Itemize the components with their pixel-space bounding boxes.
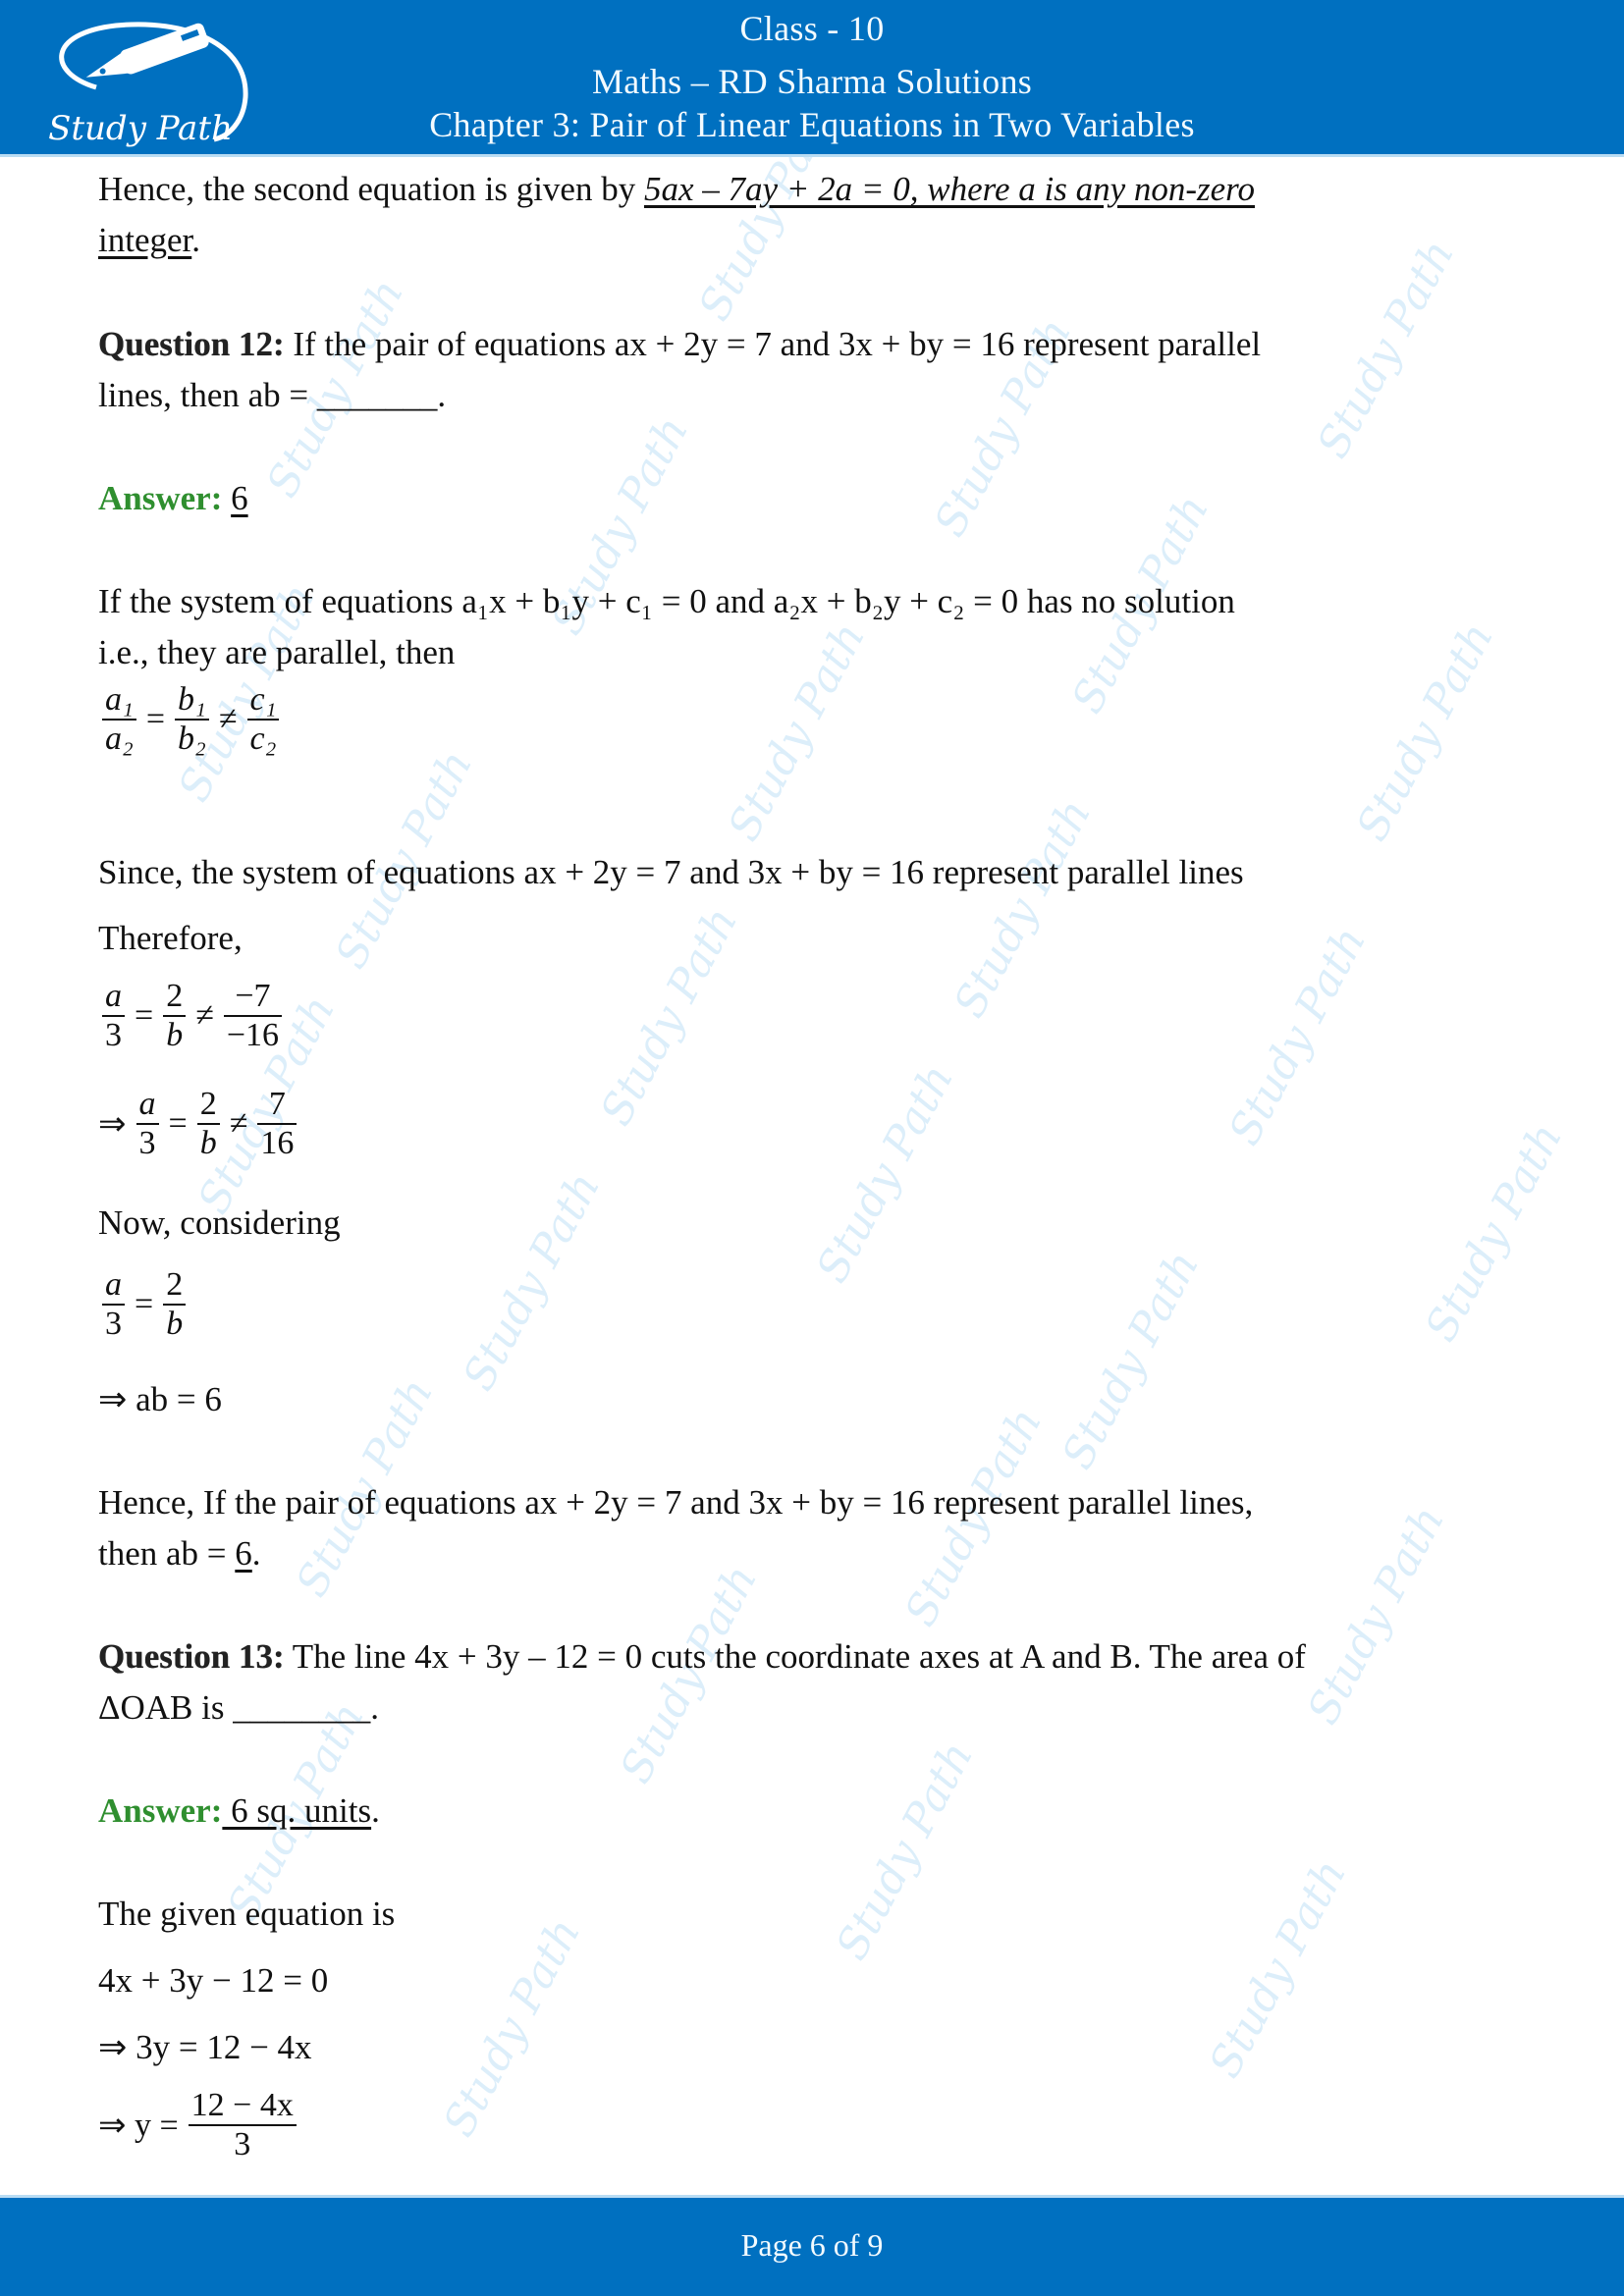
watermark: Study Path bbox=[1052, 1243, 1210, 1477]
question-12-line-1: Question 12: If the pair of equations ax… bbox=[98, 325, 1262, 363]
therefore-line: Therefore, bbox=[98, 919, 243, 957]
subject-title: Maths – RD Sharma Solutions bbox=[591, 62, 1033, 101]
conclusion-line-1: Hence, If the pair of equations ax + 2y … bbox=[98, 1483, 1254, 1522]
watermark: Study Path bbox=[826, 1734, 984, 1968]
answer-value: 6 sq. units bbox=[222, 1791, 372, 1830]
ratio-step-1: a3 = 2b ≠ −7 −16 bbox=[98, 978, 286, 1054]
page-number: Page 6 of 9 bbox=[740, 2227, 884, 2263]
given-equation-line: The given equation is bbox=[98, 1895, 396, 1933]
conclusion-line-2: then ab = 6. bbox=[98, 1534, 261, 1573]
question-12-label: Question 12: bbox=[98, 325, 285, 363]
answer-12: Answer: 6 bbox=[98, 478, 248, 519]
watermark: Study Path bbox=[718, 614, 876, 849]
equation-1: 4x + 3y − 12 = 0 bbox=[98, 1961, 329, 2000]
intro-line-1: Hence, the second equation is given by 5… bbox=[98, 170, 1256, 208]
watermark: Study Path bbox=[1297, 1498, 1455, 1733]
question-13-line-2: ΔOAB is ________. bbox=[98, 1688, 379, 1727]
answer-13: Answer: 6 sq. units. bbox=[98, 1791, 380, 1830]
now-considering-line: Now, considering bbox=[98, 1203, 341, 1242]
class-title: Class - 10 bbox=[739, 9, 885, 48]
question-13-label: Question 13: bbox=[98, 1637, 285, 1676]
watermark: Study Path bbox=[453, 1164, 611, 1399]
question-13-line-1: Question 13: The line 4x + 3y – 12 = 0 c… bbox=[98, 1637, 1306, 1676]
answer-value: 6 bbox=[231, 479, 248, 517]
watermark: Study Path bbox=[806, 1056, 964, 1291]
intro-line-2: integer. bbox=[98, 221, 200, 259]
equation-2: ⇒ 3y = 12 − 4x bbox=[98, 2028, 312, 2066]
result-line: ⇒ ab = 6 bbox=[98, 1380, 222, 1418]
page-footer: Page 6 of 9 bbox=[0, 2195, 1624, 2296]
watermark: Study Path bbox=[944, 791, 1102, 1026]
question-12-line-2: lines, then ab = _______. bbox=[98, 376, 447, 414]
watermark: Study Path bbox=[433, 1910, 591, 2145]
watermark-layer: Study Path Study Path Study Path Study P… bbox=[0, 157, 1624, 2195]
watermark: Study Path bbox=[590, 899, 748, 1134]
watermark: Study Path bbox=[1415, 1115, 1573, 1350]
parallel-condition-ratio: a₁ a₂ = b₁ b₂ ≠ c₁ c₂ bbox=[98, 681, 283, 758]
ratio-step-2: ⇒ a3 = 2b ≠ 7 16 bbox=[98, 1086, 300, 1162]
ratio-step-3: a3 = 2b bbox=[98, 1266, 189, 1343]
watermark: Study Path bbox=[1346, 614, 1504, 849]
watermark: Study Path bbox=[1218, 919, 1377, 1153]
second-equation: 5ax – 7ay + 2a = 0, where a is any non-z… bbox=[643, 170, 1256, 208]
condition-line-1: If the system of equations a₁x + b₁y + c… bbox=[98, 582, 1235, 620]
answer-label: Answer: bbox=[98, 479, 223, 517]
answer-label: Answer: bbox=[98, 1791, 223, 1830]
watermark: Study Path bbox=[1199, 1851, 1357, 2086]
watermark: Study Path bbox=[1307, 232, 1465, 466]
condition-line-2: i.e., they are parallel, then bbox=[98, 633, 456, 671]
page-header: Study Path Class - 10 Maths – RD Sharma … bbox=[0, 0, 1624, 157]
equation-3: ⇒ y = 12 − 4x 3 bbox=[98, 2087, 300, 2163]
since-line: Since, the system of equations ax + 2y =… bbox=[98, 853, 1244, 891]
chapter-title: Chapter 3: Pair of Linear Equations in T… bbox=[429, 105, 1195, 144]
